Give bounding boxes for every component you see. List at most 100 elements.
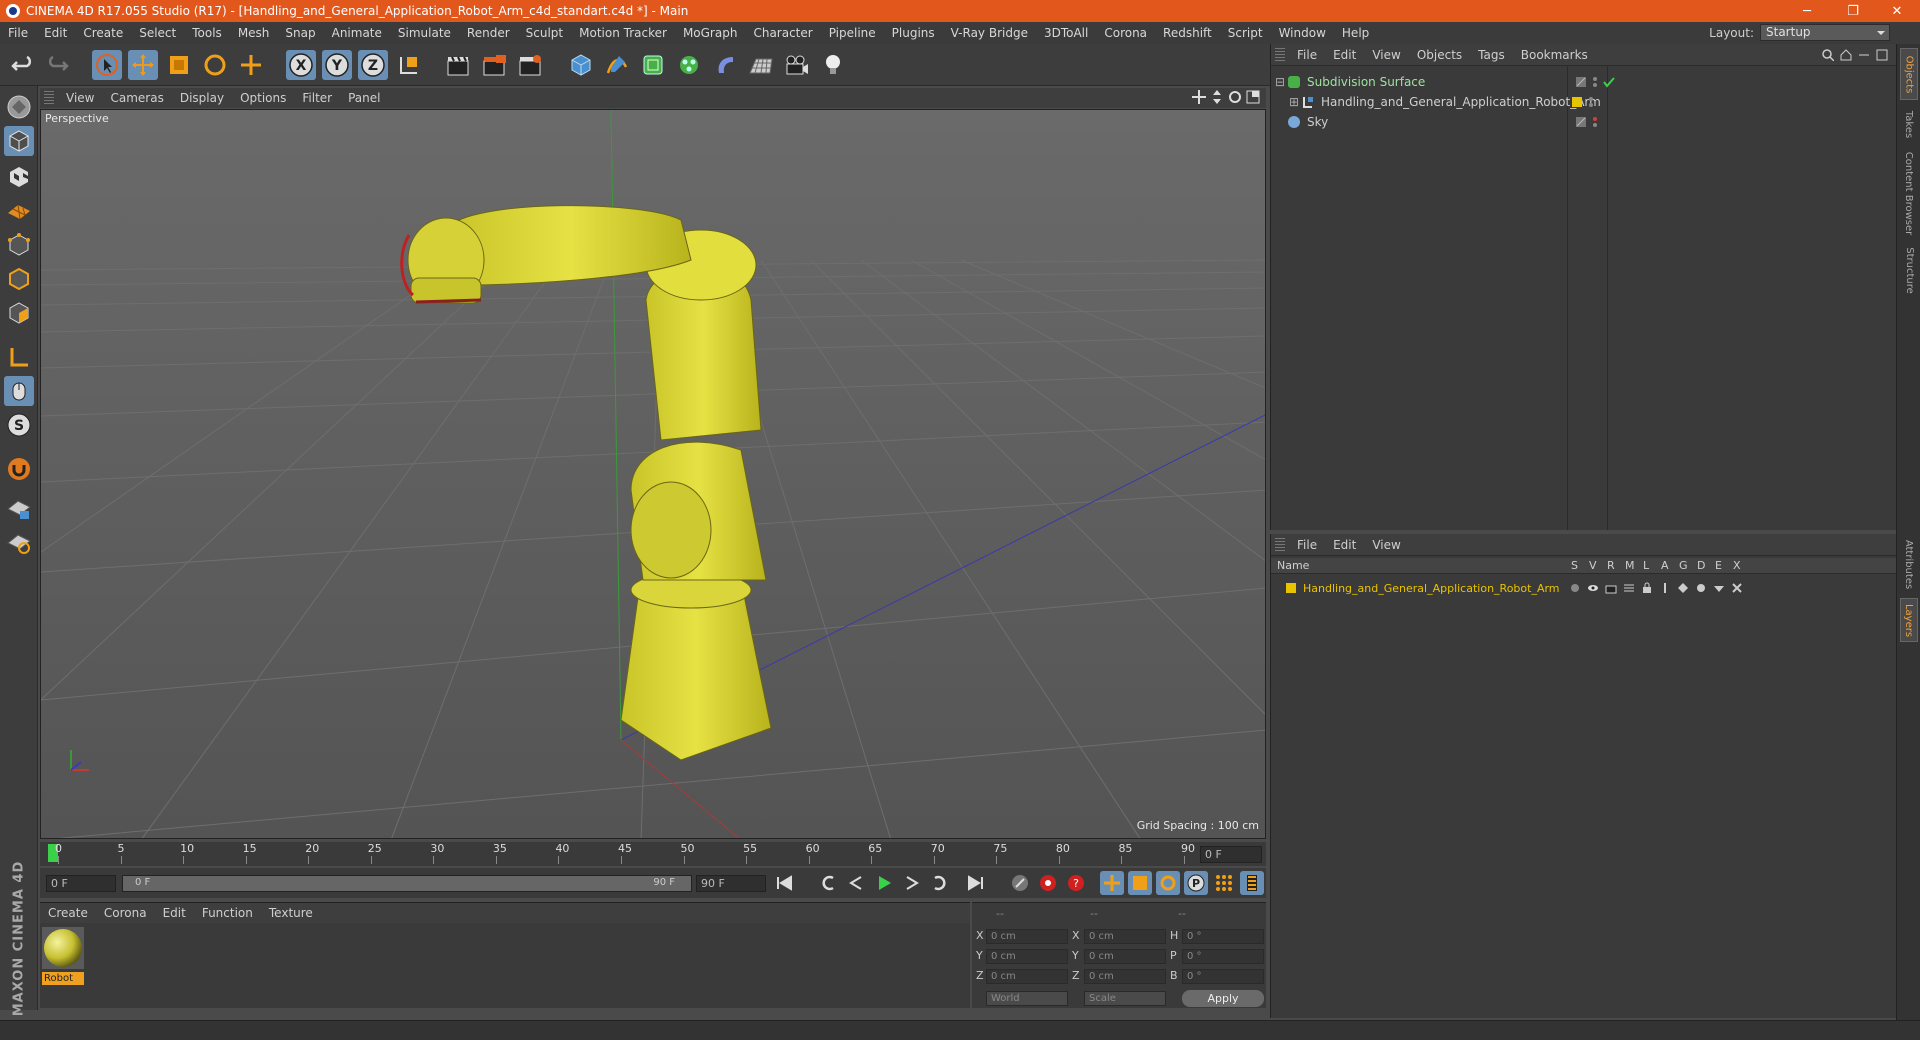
restore-button[interactable]: ❐ — [1830, 0, 1876, 22]
enabled-check-icon[interactable] — [1603, 76, 1615, 88]
key-position-toggle[interactable] — [1100, 871, 1124, 895]
go-to-start-button[interactable] — [772, 871, 796, 895]
expand-toggle-icon[interactable]: ⊞ — [1289, 95, 1301, 109]
next-frame-button[interactable] — [900, 871, 924, 895]
menu-redshift[interactable]: Redshift — [1155, 22, 1220, 44]
new-window-icon[interactable] — [1876, 49, 1888, 61]
layer-tag-icon[interactable] — [1575, 76, 1587, 88]
side-tab-objects[interactable]: Objects — [1900, 48, 1918, 100]
polygons-mode-button[interactable] — [4, 298, 34, 328]
scale-tool[interactable] — [164, 50, 194, 80]
previous-keyframe-button[interactable] — [816, 871, 840, 895]
workplane-mode-button[interactable] — [4, 196, 34, 226]
menu-pipeline[interactable]: Pipeline — [821, 22, 884, 44]
add-deformer-button[interactable] — [710, 50, 740, 80]
viewport-menu-panel[interactable]: Panel — [340, 91, 388, 105]
menu-edit[interactable]: Edit — [36, 22, 75, 44]
locked-workplane-button[interactable] — [4, 494, 34, 524]
timeline-window-button[interactable] — [1240, 871, 1264, 895]
zoom-view-icon[interactable] — [1210, 90, 1224, 104]
viewport-menu-filter[interactable]: Filter — [294, 91, 340, 105]
menu-motion-tracker[interactable]: Motion Tracker — [571, 22, 675, 44]
layers-menu-file[interactable]: File — [1289, 538, 1325, 552]
solo-dot-icon[interactable] — [1569, 582, 1581, 594]
eye-icon[interactable] — [1587, 582, 1599, 594]
position-z-field[interactable]: 0 cm — [986, 969, 1068, 984]
add-subdivision-surface-button[interactable] — [638, 50, 668, 80]
search-icon[interactable] — [1822, 48, 1834, 61]
add-light-button[interactable] — [818, 50, 848, 80]
solo-mode-button[interactable]: S — [4, 410, 34, 440]
side-tab-structure[interactable]: Structure — [1900, 242, 1918, 298]
next-keyframe-button[interactable] — [928, 871, 952, 895]
timeline-ruler[interactable]: 0 5 10 15 20 25 30 35 40 45 50 55 60 65 70 75 80 85 90 0 F — [40, 842, 1266, 866]
home-icon[interactable] — [1840, 48, 1852, 61]
points-mode-button[interactable] — [4, 230, 34, 260]
add-spline-pen-button[interactable] — [602, 50, 632, 80]
rotate-tool[interactable] — [200, 50, 230, 80]
position-x-field[interactable]: 0 cm — [986, 929, 1068, 944]
menu-sculpt[interactable]: Sculpt — [518, 22, 571, 44]
visibility-dots-icon[interactable] — [1587, 96, 1595, 108]
material-menu-edit[interactable]: Edit — [155, 906, 194, 920]
layout-dropdown[interactable]: Startup — [1760, 24, 1890, 41]
menu-animate[interactable]: Animate — [324, 22, 390, 44]
add-floor-button[interactable] — [746, 50, 776, 80]
z-axis-lock[interactable]: Z — [358, 50, 388, 80]
layer-tag-icon[interactable] — [1575, 116, 1587, 128]
preview-range-slider[interactable]: 0 F 90 F — [122, 875, 692, 892]
key-rotation-toggle[interactable] — [1156, 871, 1180, 895]
pan-view-icon[interactable] — [1192, 90, 1206, 104]
add-cube-button[interactable] — [566, 50, 596, 80]
previous-frame-button[interactable] — [844, 871, 868, 895]
edges-mode-button[interactable] — [4, 264, 34, 294]
key-point-level-toggle[interactable] — [1212, 871, 1236, 895]
autokeying-button[interactable] — [1036, 871, 1060, 895]
objects-menu-objects[interactable]: Objects — [1409, 48, 1470, 62]
toggle-view-icon[interactable] — [1246, 90, 1260, 104]
size-y-field[interactable]: 0 cm — [1084, 949, 1166, 964]
lock-icon[interactable] — [1641, 582, 1653, 594]
visibility-dots-icon[interactable] — [1591, 76, 1599, 88]
snapping-button[interactable] — [4, 454, 34, 484]
undo-button[interactable] — [8, 50, 38, 80]
objects-menu-bookmarks[interactable]: Bookmarks — [1513, 48, 1596, 62]
object-row-subdivision-surface[interactable]: ⊟ Subdivision Surface — [1275, 72, 1895, 92]
side-tab-takes[interactable]: Takes — [1900, 104, 1918, 144]
orbit-view-icon[interactable] — [1228, 90, 1242, 104]
material-menu-texture[interactable]: Texture — [261, 906, 321, 920]
perspective-viewport[interactable]: Perspective Grid Spacing : 100 cm — [40, 109, 1266, 839]
collapse-icon[interactable] — [1858, 49, 1870, 61]
position-y-field[interactable]: 0 cm — [986, 949, 1068, 964]
menu-plugins[interactable]: Plugins — [884, 22, 943, 44]
material-menu-create[interactable]: Create — [40, 906, 96, 920]
menu-mograph[interactable]: MoGraph — [675, 22, 746, 44]
side-tab-layers[interactable]: Layers — [1900, 598, 1918, 642]
animation-icon[interactable] — [1659, 582, 1671, 594]
layers-menu-view[interactable]: View — [1364, 538, 1408, 552]
live-selection-tool[interactable] — [92, 50, 122, 80]
close-button[interactable]: ✕ — [1874, 0, 1920, 22]
keyframe-selection-button[interactable]: ? — [1064, 871, 1088, 895]
add-camera-button[interactable] — [782, 50, 812, 80]
xref-icon[interactable] — [1731, 582, 1743, 594]
menu-file[interactable]: File — [0, 22, 36, 44]
current-frame-field[interactable]: 0 F — [1200, 846, 1262, 863]
object-row-sky[interactable]: Sky — [1275, 112, 1895, 132]
planar-workplane-button[interactable] — [4, 528, 34, 558]
menu-render[interactable]: Render — [459, 22, 518, 44]
objects-menu-view[interactable]: View — [1364, 48, 1408, 62]
menu-select[interactable]: Select — [131, 22, 184, 44]
side-tab-content-browser[interactable]: Content Browser — [1900, 148, 1918, 238]
key-parameter-toggle[interactable]: P — [1184, 871, 1208, 895]
expression-icon[interactable] — [1713, 582, 1725, 594]
transform-tool[interactable] — [236, 50, 266, 80]
render-to-picture-viewer-button[interactable] — [480, 50, 510, 80]
menu-mesh[interactable]: Mesh — [230, 22, 278, 44]
objects-menu-file[interactable]: File — [1289, 48, 1325, 62]
material-swatch[interactable]: Robot — [42, 927, 86, 985]
menu-vray-bridge[interactable]: V-Ray Bridge — [943, 22, 1036, 44]
menu-tools[interactable]: Tools — [184, 22, 230, 44]
menu-simulate[interactable]: Simulate — [390, 22, 459, 44]
objects-menu-tags[interactable]: Tags — [1470, 48, 1513, 62]
